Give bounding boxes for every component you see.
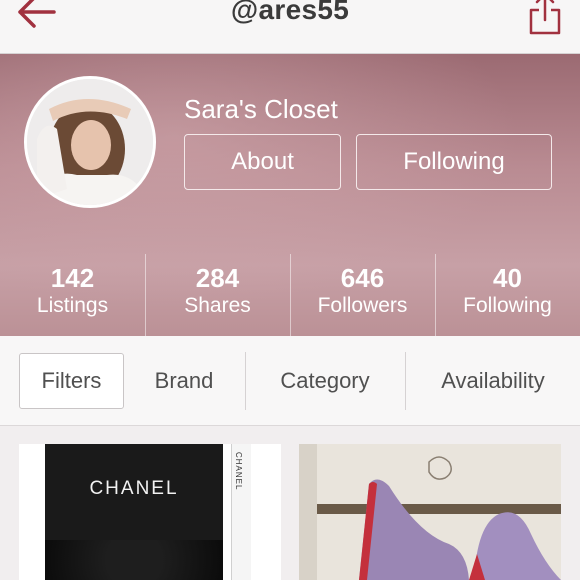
stat-label: Shares xyxy=(184,294,251,317)
stat-listings[interactable]: 142 Listings xyxy=(0,254,145,336)
page-title: @ares55 xyxy=(230,0,350,25)
pumps-photo xyxy=(299,444,561,580)
about-button[interactable]: About xyxy=(184,134,341,190)
wallet-image xyxy=(45,540,223,580)
closet-name: Sara's Closet xyxy=(184,94,338,124)
brand-filter[interactable]: Brand xyxy=(130,353,238,409)
filter-bar: Filters Brand Category Availability xyxy=(0,336,580,426)
following-button[interactable]: Following xyxy=(356,134,552,190)
box-side-text: CHANEL xyxy=(234,452,243,491)
stats-row: 142 Listings 284 Shares 646 Followers 40… xyxy=(0,254,580,336)
stat-label: Following xyxy=(463,294,552,317)
stat-value: 646 xyxy=(340,263,385,293)
category-filter[interactable]: Category xyxy=(246,353,404,409)
stat-label: Followers xyxy=(317,294,408,317)
stat-value: 40 xyxy=(493,263,522,293)
listing-card[interactable] xyxy=(299,444,561,580)
listings-grid: CHANEL CHANEL xyxy=(0,426,580,580)
availability-filter[interactable]: Availability xyxy=(406,353,580,409)
listing-card[interactable]: CHANEL CHANEL xyxy=(19,444,281,580)
share-button[interactable] xyxy=(528,0,562,36)
stat-label: Listings xyxy=(36,294,109,317)
stat-value: 284 xyxy=(195,263,240,293)
box-brand-text: CHANEL xyxy=(89,478,179,499)
filters-button[interactable]: Filters xyxy=(19,353,124,409)
profile-photo xyxy=(27,79,153,205)
stat-following[interactable]: 40 Following xyxy=(435,254,580,336)
profile-header: Sara's Closet About Following 142 Listin… xyxy=(0,54,580,336)
stat-followers[interactable]: 646 Followers xyxy=(290,254,435,336)
top-nav-bar: @ares55 xyxy=(0,0,580,54)
stat-value: 142 xyxy=(50,263,95,293)
box-side: CHANEL xyxy=(231,444,251,580)
share-icon xyxy=(529,0,561,35)
avatar[interactable] xyxy=(24,76,156,208)
stat-shares[interactable]: 284 Shares xyxy=(145,254,290,336)
